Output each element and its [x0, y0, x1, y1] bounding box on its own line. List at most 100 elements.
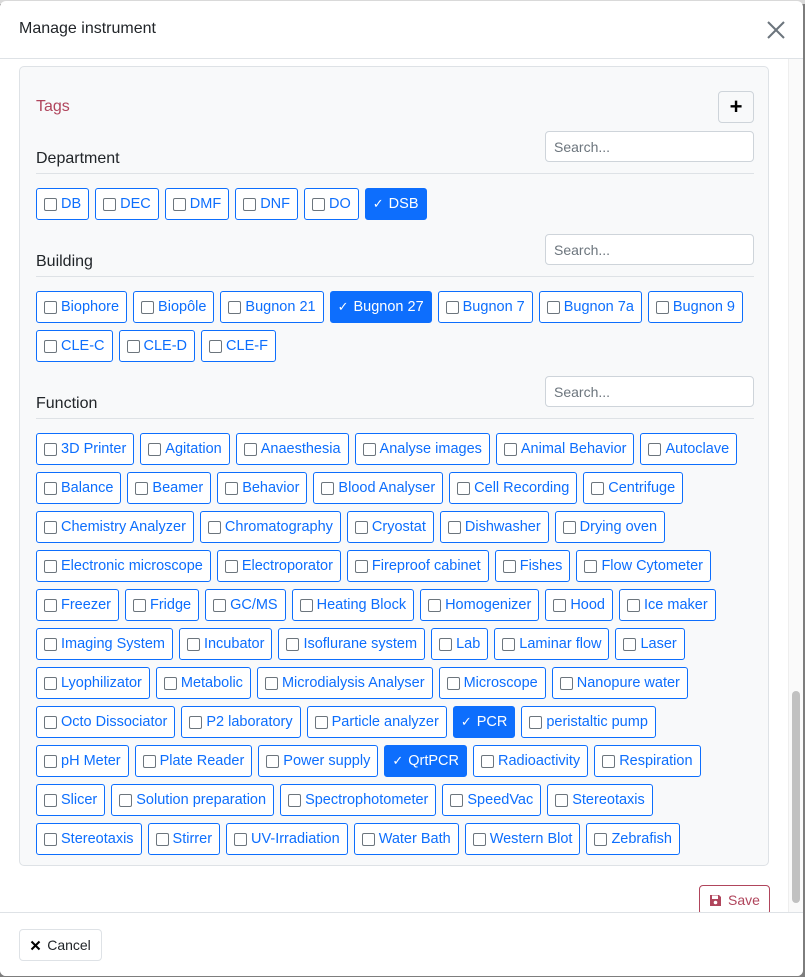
checkbox[interactable]: [502, 637, 516, 651]
checkbox[interactable]: [44, 559, 57, 573]
tag-chip[interactable]: Laminar flow: [494, 628, 610, 660]
tag-chip[interactable]: Ice maker: [619, 589, 716, 621]
tag-chip[interactable]: UV-Irradiation: [226, 823, 348, 855]
tag-chip[interactable]: ✓ DSB: [364, 188, 427, 220]
checkbox[interactable]: [627, 598, 640, 612]
checkbox[interactable]: [266, 754, 280, 768]
checkbox[interactable]: [472, 832, 486, 846]
checkbox[interactable]: [503, 442, 517, 456]
tag-chip[interactable]: Stereotaxis: [36, 823, 142, 855]
tag-chip[interactable]: Chromatography: [199, 511, 341, 543]
tag-chip[interactable]: Lab: [431, 628, 489, 660]
checkbox[interactable]: [623, 637, 637, 651]
tag-chip[interactable]: Isoflurane system: [278, 628, 426, 660]
tag-chip[interactable]: Drying oven: [554, 511, 666, 543]
tag-chip[interactable]: GC/MS: [205, 589, 286, 621]
tag-chip[interactable]: Zebrafish: [586, 823, 680, 855]
tag-chip[interactable]: Solution preparation: [111, 784, 275, 816]
tag-chip[interactable]: Water Bath: [353, 823, 459, 855]
tag-chip[interactable]: pH Meter: [36, 745, 129, 777]
tag-chip[interactable]: Cryostat: [346, 511, 434, 543]
tag-chip[interactable]: Balance: [36, 472, 122, 504]
checkbox[interactable]: [44, 598, 57, 612]
scrollbar[interactable]: [788, 59, 803, 912]
checkbox[interactable]: [44, 832, 57, 846]
tag-chip[interactable]: DNF: [235, 188, 299, 220]
cancel-button[interactable]: Cancel: [19, 929, 102, 961]
tag-chip[interactable]: Respiration: [594, 745, 701, 777]
checkbox[interactable]: [44, 481, 57, 495]
save-button[interactable]: Save: [699, 885, 770, 912]
tag-chip[interactable]: CLE-D: [118, 330, 196, 362]
checkbox[interactable]: [602, 754, 616, 768]
checkbox[interactable]: [44, 715, 57, 729]
tag-chip[interactable]: DO: [304, 188, 359, 220]
checkbox[interactable]: [186, 637, 200, 651]
tag-chip[interactable]: Fireproof cabinet: [346, 550, 489, 582]
tag-chip[interactable]: Centrifuge: [583, 472, 684, 504]
checkbox[interactable]: [559, 676, 573, 690]
checkbox[interactable]: [361, 832, 375, 846]
checkbox[interactable]: [228, 300, 242, 314]
checkbox[interactable]: [648, 442, 662, 456]
tag-chip[interactable]: Microscope: [438, 667, 546, 699]
tag-chip[interactable]: Slicer: [36, 784, 106, 816]
tag-chip[interactable]: P2 laboratory: [181, 706, 301, 738]
tag-chip[interactable]: Nanopure water: [551, 667, 688, 699]
tag-chip[interactable]: Anaesthesia: [235, 433, 349, 465]
tag-chip[interactable]: Freezer: [36, 589, 119, 621]
checkbox[interactable]: [264, 676, 278, 690]
tag-chip[interactable]: DMF: [164, 188, 230, 220]
checkbox[interactable]: [445, 300, 459, 314]
tag-chip[interactable]: Stereotaxis: [547, 784, 653, 816]
tag-chip[interactable]: Homogenizer: [420, 589, 540, 621]
tag-chip[interactable]: Stirrer: [147, 823, 221, 855]
checkbox[interactable]: [44, 300, 57, 314]
checkbox[interactable]: [44, 793, 57, 807]
tag-chip[interactable]: Octo Dissociator: [36, 706, 176, 738]
checkbox[interactable]: [243, 197, 257, 211]
tag-chip[interactable]: Autoclave: [640, 433, 738, 465]
checkbox[interactable]: [163, 676, 177, 690]
checkbox[interactable]: [213, 598, 227, 612]
checkbox[interactable]: [44, 520, 57, 534]
scrollbar-thumb[interactable]: [792, 691, 800, 903]
add-tag-button[interactable]: +: [718, 91, 754, 123]
checkbox[interactable]: [155, 832, 169, 846]
tag-chip[interactable]: Bugnon 7a: [538, 291, 642, 323]
checkbox[interactable]: [447, 520, 461, 534]
checkbox[interactable]: [591, 481, 605, 495]
tag-chip[interactable]: Biophore: [36, 291, 128, 323]
checkbox[interactable]: [207, 520, 221, 534]
checkbox[interactable]: [44, 339, 57, 353]
tag-chip[interactable]: Bugnon 7: [437, 291, 533, 323]
checkbox[interactable]: [126, 339, 140, 353]
tag-chip[interactable]: Particle analyzer: [306, 706, 447, 738]
tag-chip[interactable]: Lyophilizator: [36, 667, 150, 699]
checkbox[interactable]: [312, 197, 326, 211]
tag-chip[interactable]: Laser: [615, 628, 685, 660]
tag-chip[interactable]: Fishes: [494, 550, 571, 582]
tag-chip[interactable]: Plate Reader: [134, 745, 253, 777]
tag-chip[interactable]: Chemistry Analyzer: [36, 511, 194, 543]
tag-chip[interactable]: Beamer: [127, 472, 212, 504]
tag-chip[interactable]: Bugnon 21: [220, 291, 324, 323]
tag-chip[interactable]: DB: [36, 188, 90, 220]
checkbox[interactable]: [172, 197, 186, 211]
tag-chip[interactable]: Animal Behavior: [495, 433, 635, 465]
checkbox[interactable]: [546, 300, 560, 314]
checkbox[interactable]: [428, 598, 442, 612]
checkbox[interactable]: [103, 197, 117, 211]
checkbox[interactable]: [354, 520, 368, 534]
checkbox[interactable]: [553, 598, 567, 612]
checkbox[interactable]: [225, 481, 239, 495]
checkbox[interactable]: [132, 598, 146, 612]
checkbox[interactable]: [44, 637, 57, 651]
close-button[interactable]: [765, 19, 787, 41]
tag-chip[interactable]: Heating Block: [291, 589, 415, 621]
tag-chip[interactable]: ✓ QrtPCR: [384, 745, 467, 777]
tag-chip[interactable]: Blood Analyser: [313, 472, 444, 504]
checkbox[interactable]: [502, 559, 516, 573]
tag-chip[interactable]: Imaging System: [36, 628, 173, 660]
department-search-input[interactable]: [545, 131, 754, 162]
